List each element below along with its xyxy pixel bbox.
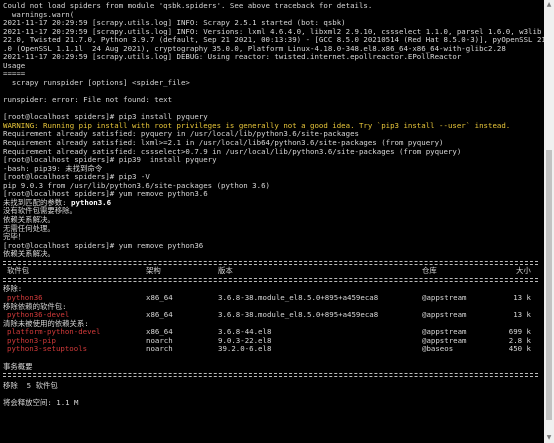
header-size: 大小 <box>516 266 531 276</box>
header-arch: 架构 <box>146 266 161 276</box>
package-arch: x86_64 <box>146 310 173 320</box>
terminal-line: 依赖关系解决。 <box>3 249 55 259</box>
package-arch: x86_64 <box>146 293 173 303</box>
header-package: 软件包 <box>7 266 30 276</box>
scroll-up-icon[interactable]: ▲ <box>544 0 554 10</box>
package-version: 39.2.0-6.el8 <box>218 344 272 354</box>
package-size: 13 k <box>513 293 531 303</box>
package-repo: @appstream <box>422 293 467 303</box>
package-name: python3-setuptools <box>7 344 88 354</box>
package-repo: @appstream <box>422 310 467 320</box>
terminal-line: 2021-11-17 20:29:59 [scrapy.utils.log] D… <box>3 52 462 62</box>
line-highlight: python3.6 <box>71 197 112 207</box>
package-size: 13 k <box>513 310 531 320</box>
header-version: 版本 <box>218 266 233 276</box>
package-version: 3.6.8-38.module_el8.5.0+895+a459eca8 <box>218 293 379 303</box>
terminal-line: runspider: error: File not found: text <box>3 95 173 105</box>
package-version: 3.6.8-38.module_el8.5.0+895+a459eca8 <box>218 310 379 320</box>
table-separator <box>3 260 538 262</box>
table-separator <box>3 277 538 279</box>
package-arch: noarch <box>146 344 173 354</box>
scrollbar-thumb[interactable] <box>546 150 552 420</box>
table-separator <box>3 373 538 375</box>
table-separator <box>3 280 538 282</box>
summary-freed-space: 将会释放空间: 1.1 M <box>3 397 79 407</box>
header-repo: 仓库 <box>422 266 437 276</box>
summary-remove-count: 移除 5 软件包 <box>3 380 58 390</box>
summary-title: 事务概要 <box>3 361 33 371</box>
package-size: 450 k <box>508 344 531 354</box>
table-separator <box>3 376 538 378</box>
scroll-down-icon[interactable]: ▼ <box>544 433 554 443</box>
vertical-scrollbar[interactable]: ▲ ▼ <box>544 0 554 443</box>
package-repo: @baseos <box>422 344 454 354</box>
table-separator <box>3 263 538 265</box>
terminal-line: scrapy runspider [options] <spider_file> <box>3 78 190 88</box>
terminal-window[interactable]: Could not load spiders from module 'qsbk… <box>0 0 554 443</box>
